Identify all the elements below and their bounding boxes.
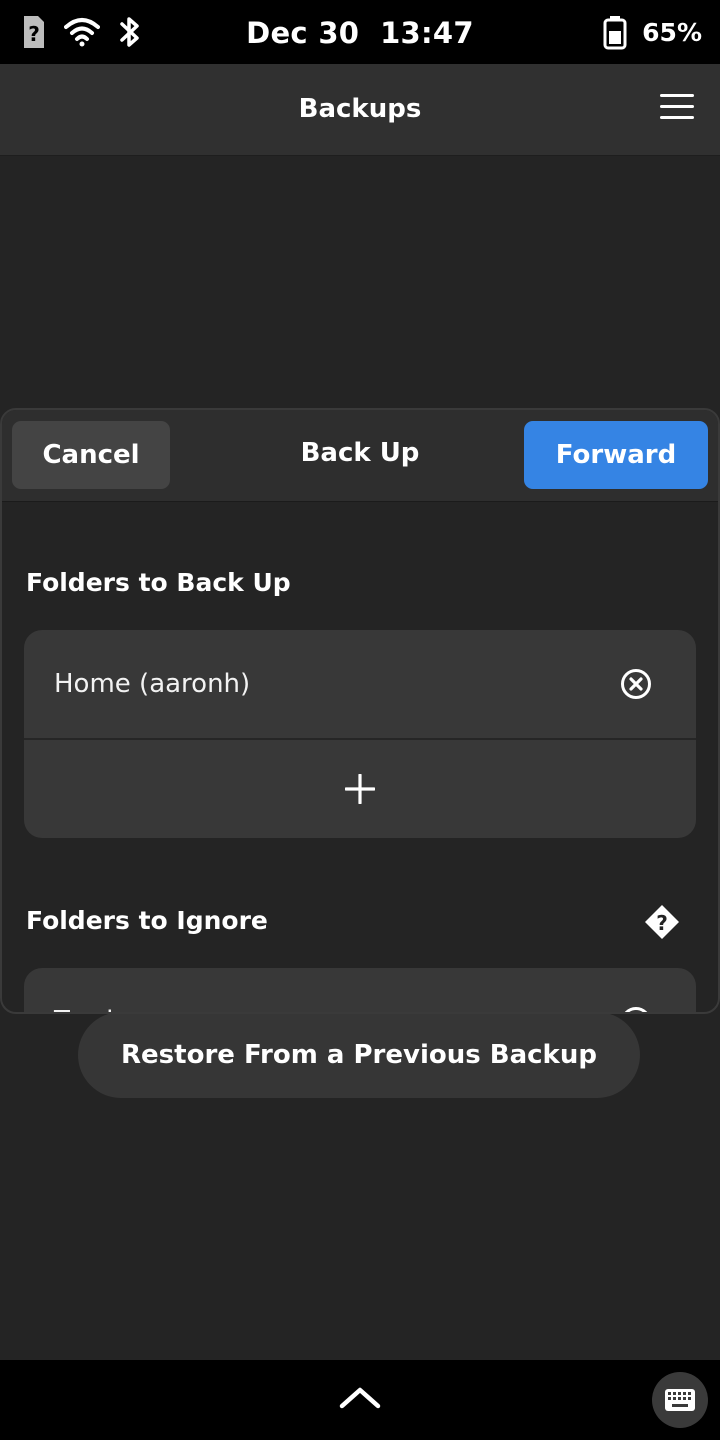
status-bar: ? Dec 30 13:47 65% — [0, 0, 720, 64]
remove-circle-icon[interactable] — [620, 668, 652, 700]
list-item: Home (aaronh) — [24, 630, 696, 738]
folder-label: Home (aaronh) — [54, 669, 251, 699]
keyboard-icon — [665, 1389, 695, 1411]
add-folder-button[interactable] — [24, 740, 696, 838]
folders-to-ignore-heading: Folders to Ignore — [26, 906, 268, 935]
ignore-folders-list: Trash — [24, 968, 696, 1014]
remove-circle-icon[interactable] — [620, 1006, 652, 1014]
list-item: Trash — [24, 968, 696, 1014]
battery-percent: 65% — [642, 17, 702, 47]
dialog-header: Cancel Back Up Forward — [2, 410, 718, 502]
forward-button[interactable]: Forward — [524, 421, 708, 489]
header-bar: Backups — [0, 64, 720, 156]
svg-text:?: ? — [656, 911, 668, 935]
backup-dialog: Cancel Back Up Forward Folders to Back U… — [0, 408, 720, 1014]
bottom-bar — [0, 1360, 720, 1440]
folders-to-back-up-heading: Folders to Back Up — [26, 568, 291, 597]
battery-icon — [603, 16, 627, 50]
chevron-up-icon[interactable] — [338, 1382, 382, 1412]
restore-from-backup-button[interactable]: Restore From a Previous Backup — [78, 1012, 640, 1098]
add-folder-row — [24, 738, 696, 838]
folder-label: Trash — [54, 1006, 123, 1012]
plus-icon — [345, 774, 375, 804]
keyboard-button[interactable] — [652, 1372, 708, 1428]
status-time: 13:47 — [380, 16, 474, 50]
help-diamond-icon[interactable]: ? — [644, 904, 680, 940]
page-title: Backups — [298, 94, 422, 124]
status-right: 65% — [602, 14, 702, 50]
status-date: Dec 30 — [246, 16, 360, 50]
backup-folders-list: Home (aaronh) — [24, 630, 696, 838]
hamburger-menu-icon[interactable] — [660, 94, 694, 124]
